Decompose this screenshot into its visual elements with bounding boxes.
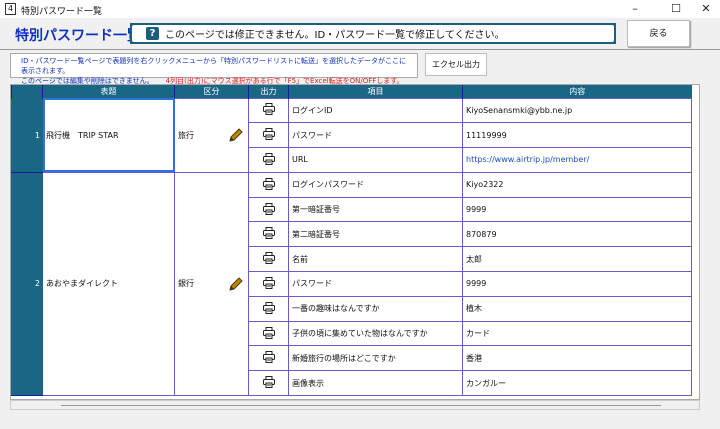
item-value[interactable]: Kiyo2322 [462, 171, 692, 198]
item-value[interactable]: https://www.airtrip.jp/member/ [462, 147, 692, 173]
title-header: 表題 [42, 85, 175, 98]
category-cell[interactable]: 銀行 [174, 171, 249, 397]
item-value[interactable]: 9999 [462, 271, 692, 297]
item-label[interactable]: パスワード [288, 122, 463, 149]
horizontal-scrollbar[interactable] [10, 400, 700, 410]
item-label[interactable]: 名前 [288, 246, 463, 273]
print-toggle[interactable] [248, 196, 289, 223]
printer-icon[interactable] [262, 103, 275, 117]
category-header: 区分 [174, 85, 249, 98]
title-bar: 4 特別パスワード一覧 – ☐ ✕ [0, 0, 720, 18]
content-header: 内容 [462, 85, 692, 98]
item-header: 項目 [288, 85, 463, 98]
category-cell[interactable]: 旅行 [174, 97, 249, 173]
item-label[interactable]: 第一暗証番号 [288, 196, 463, 223]
notice-banner: ? このページでは修正できません。ID・パスワード一覧で修正してください。 [130, 23, 616, 44]
printer-icon[interactable] [262, 128, 275, 142]
item-label[interactable]: 子供の頃に集めていた物はなんですか [288, 320, 463, 347]
item-label[interactable]: 新婚旅行の場所はどこですか [288, 345, 463, 372]
print-toggle[interactable] [248, 370, 289, 397]
category-text: 旅行 [178, 130, 194, 140]
printer-icon[interactable] [262, 252, 275, 266]
row-number: 2 [11, 171, 43, 397]
minimize-button[interactable]: – [621, 1, 649, 17]
item-label[interactable]: 一番の趣味はなんですか [288, 295, 463, 322]
print-toggle[interactable] [248, 97, 289, 124]
print-toggle[interactable] [248, 122, 289, 149]
category-text: 銀行 [178, 279, 194, 289]
back-button[interactable]: 戻る [627, 20, 690, 47]
printer-icon[interactable] [262, 227, 275, 241]
item-value[interactable]: KiyoSenansmki@ybb.ne.jp [462, 97, 692, 124]
close-button[interactable]: ✕ [692, 1, 720, 17]
row-number: 1 [11, 97, 43, 173]
item-label[interactable]: ログインID [288, 97, 463, 124]
print-toggle[interactable] [248, 147, 289, 173]
print-toggle[interactable] [248, 171, 289, 198]
notice-text: このページでは修正できません。ID・パスワード一覧で修正してください。 [165, 30, 505, 41]
printer-icon[interactable] [262, 152, 275, 167]
item-value[interactable]: 植木 [462, 295, 692, 322]
item-value[interactable]: 太郎 [462, 246, 692, 273]
excel-export-button[interactable]: エクセル出力 [425, 53, 487, 76]
divider [0, 49, 720, 50]
item-value[interactable]: 11119999 [462, 122, 692, 149]
print-toggle[interactable] [248, 246, 289, 273]
item-label[interactable]: ログインパスワード [288, 171, 463, 198]
item-label[interactable]: パスワード [288, 271, 463, 297]
print-toggle[interactable] [248, 345, 289, 372]
printer-icon[interactable] [262, 351, 275, 365]
table-row[interactable]: 1 飛行機 TRIP STAR 旅行 ログインID KiyoSenansmki@ybb.… [11, 97, 692, 173]
item-value[interactable]: 9999 [462, 196, 692, 223]
password-table: 表題 区分 出力 項目 内容 1 飛行機 TRIP STAR 旅行 ログインID KiyoSen… [10, 84, 700, 400]
scroll-thumb[interactable] [61, 405, 661, 406]
info-box: ID・パスワード一覧ページで表題列を右クリックメニューから「特別パスワードリスト… [10, 53, 418, 85]
printer-icon[interactable] [262, 301, 275, 316]
printer-icon[interactable] [262, 326, 275, 341]
print-toggle[interactable] [248, 271, 289, 297]
printer-icon[interactable] [262, 202, 275, 217]
help-icon: ? [146, 27, 159, 40]
page-title: 特別パスワード一覧 [15, 28, 141, 44]
info-line-1: ID・パスワード一覧ページで表題列を右クリックメニューから「特別パスワードリスト… [21, 57, 407, 75]
app-icon: 4 [5, 3, 16, 15]
printer-icon[interactable] [262, 376, 275, 390]
item-value[interactable]: カード [462, 320, 692, 347]
output-header: 出力 [248, 85, 289, 98]
window-title: 特別パスワード一覧 [21, 7, 103, 17]
title-cell[interactable]: あおやまダイレクト [42, 171, 175, 397]
maximize-button[interactable]: ☐ [662, 1, 690, 17]
item-value[interactable]: 香港 [462, 345, 692, 372]
table-row[interactable]: 2 あおやまダイレクト 銀行 ログインパスワード Kiyo2322 [11, 171, 692, 397]
item-label[interactable]: 第二暗証番号 [288, 221, 463, 248]
printer-icon[interactable] [262, 177, 275, 192]
item-label[interactable]: 画像表示 [288, 370, 463, 397]
print-toggle[interactable] [248, 221, 289, 248]
item-value[interactable]: カンガルー [462, 370, 692, 397]
row-number-header [11, 85, 43, 98]
item-label[interactable]: URL [288, 147, 463, 173]
item-value[interactable]: 870879 [462, 221, 692, 248]
title-cell[interactable]: 飛行機 TRIP STAR [42, 97, 175, 173]
print-toggle[interactable] [248, 320, 289, 347]
printer-icon[interactable] [262, 276, 275, 291]
print-toggle[interactable] [248, 295, 289, 322]
